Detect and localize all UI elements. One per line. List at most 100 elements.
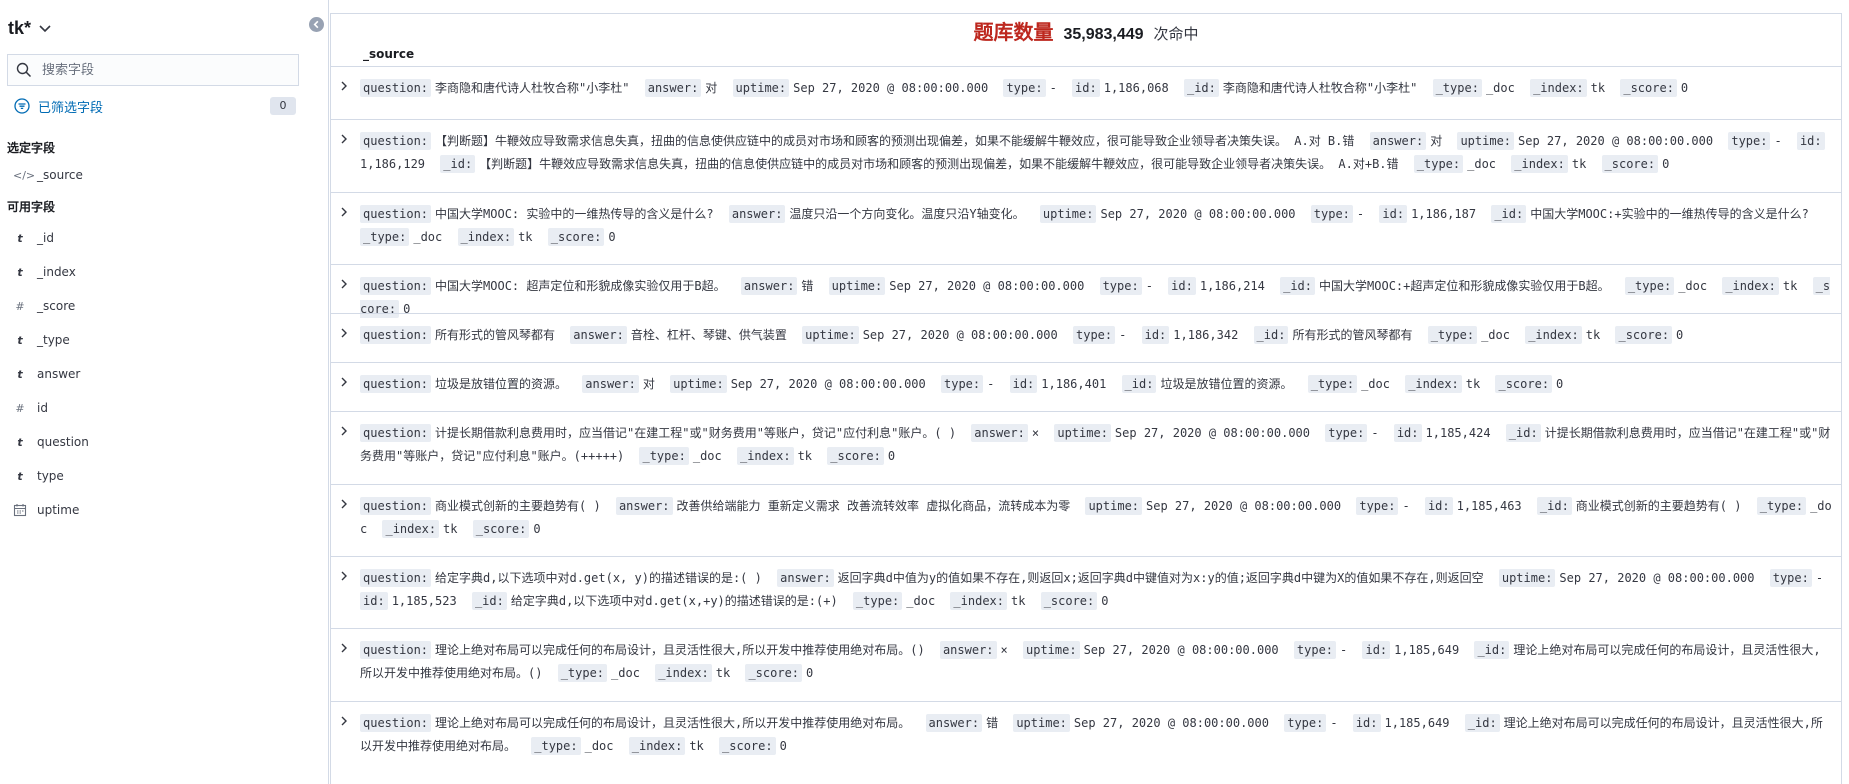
field-key: _id: [1474,641,1510,659]
expand-row-button[interactable] [336,325,352,341]
expand-row-button[interactable] [336,276,352,292]
field-value: 1,186,068 [1103,81,1169,95]
expand-row-button[interactable] [336,713,352,729]
expand-row-button[interactable] [336,423,352,439]
document-source: question: 计提长期借款利息费用时，应当借记"在建工程"或"财务费用"等账… [360,422,1832,468]
field-value: - [1356,207,1365,221]
field-key: type: [1293,641,1337,659]
table-row: question: 中国大学MOOC: 超声定位和形貌成像实验仅用于B超。 ans… [330,264,1842,318]
document-source: question: 垃圾是放错位置的资源。 answer: 对 uptime: Sep… [360,373,1832,396]
field-search-input[interactable] [40,61,284,79]
field-value: tk [1782,279,1798,293]
field-value: 错 [801,279,814,293]
field-key: _index: [1530,79,1587,97]
field-key: uptime: [732,79,790,97]
chevron-down-icon [39,25,51,33]
field-value: - [1371,426,1379,440]
field-value: Sep 27, 2020 @ 08:00:00.000 [1559,571,1755,585]
field-key: _score: [1620,79,1677,97]
chevron-right-icon [341,571,347,581]
field-item-score[interactable]: # _score [13,296,75,316]
collapse-sidebar-button[interactable] [309,17,324,32]
document-source: question: 理论上绝对布局可以完成任何的布局设计，且灵活性很大,所以开发中… [360,639,1832,685]
field-sidebar: tk* 已筛选字段 0 选定字段 </> _source 可用字段 t _id [0,0,329,784]
field-value: Sep 27, 2020 @ 08:00:00.000 [889,279,1085,293]
field-value: Sep 27, 2020 @ 08:00:00.000 [793,81,989,95]
string-type-icon: t [17,231,23,245]
field-key: _type: [1413,155,1464,173]
field-key: _id: [1253,326,1289,344]
field-key: question: [360,714,432,732]
field-item-uptime[interactable]: uptime [13,500,79,520]
field-key: _index: [628,737,686,755]
expand-row-button[interactable] [336,131,352,147]
chevron-right-icon [341,499,347,509]
field-value: 李商隐和唐代诗人杜牧合称"小李杜" [1222,81,1418,95]
field-key: uptime: [1498,569,1556,587]
filtered-fields-toggle[interactable]: 已筛选字段 0 [14,96,296,116]
field-key: question: [360,375,432,393]
field-value: 0 [1101,594,1109,608]
field-item-type[interactable]: t type [13,466,63,486]
field-key: question: [360,497,432,515]
field-key: answer: [777,569,834,587]
field-key: answer: [615,497,673,515]
field-value: 1,185,649 [1394,643,1460,657]
expand-row-button[interactable] [336,78,352,94]
field-key: uptime: [802,326,859,344]
field-key: question: [360,424,432,442]
field-key: _index: [457,228,515,246]
chevron-right-icon [341,279,347,289]
expand-row-button[interactable] [336,568,352,584]
field-name: _source [37,168,83,182]
field-item-type-underscore[interactable]: t _type [13,330,69,350]
field-item-id-number[interactable]: # id [13,398,48,418]
field-key: _index: [950,592,1007,610]
chevron-right-icon [341,377,347,387]
field-key: uptime: [828,277,886,295]
field-value: 错 [986,716,999,730]
chevron-right-icon [341,716,347,726]
index-pattern-selector[interactable]: tk* [8,16,53,40]
expand-row-button[interactable] [336,496,352,512]
field-key: _index: [1405,375,1462,393]
field-name: _index [37,265,76,279]
table-row: question: 给定字典d,以下选项中对d.get(x, y)的描述错误的是:… [330,556,1842,628]
field-key: _id: [1464,714,1500,732]
field-item-answer[interactable]: t answer [13,364,80,384]
field-item-question[interactable]: t question [13,432,88,452]
field-value: 中国大学MOOC:+超声定位和形貌成像实验仅用于B超。 [1319,279,1610,293]
expand-row-button[interactable] [336,204,352,220]
field-value: 所有形式的管风琴都有 [1292,328,1413,342]
field-item-source[interactable]: </> _source [13,165,83,185]
field-key: answer: [939,641,997,659]
field-value: 给定字典d,以下选项中对d.get(x,+y)的描述错误的是:(+) [510,594,838,608]
field-key: uptime: [670,375,727,393]
field-key: uptime: [1054,424,1111,442]
expand-row-button[interactable] [336,374,352,390]
field-value: Sep 27, 2020 @ 08:00:00.000 [730,377,926,391]
chevron-right-icon [341,328,347,338]
field-key: _type: [531,737,581,755]
field-value: tk [1011,594,1026,608]
expand-row-button[interactable] [336,640,352,656]
field-value: 计提长期借款利息费用时，应当借记"在建工程"或"财务费用"等账户，贷记"应付利息… [435,426,957,440]
field-value: 对 [642,377,655,391]
field-key: _type: [360,228,410,246]
field-key: answer: [740,277,798,295]
field-value: _doc [906,594,936,608]
field-key: uptime: [1013,714,1070,732]
chevron-right-icon [341,81,347,91]
field-value: 中国大学MOOC:+实验中的一维热传导的含义是什么? [1530,207,1809,221]
field-value: 垃圾是放错位置的资源。 [435,377,568,391]
field-key: id: [1424,497,1453,515]
field-key: _type: [1432,79,1482,97]
field-item-index[interactable]: t _index [13,262,76,282]
field-item-id[interactable]: t _id [13,228,54,248]
field-value: 理论上绝对布局可以完成任何的布局设计，且灵活性很大,所以开发中推荐使用绝对布局。 [435,716,911,730]
document-source: question: 李商隐和唐代诗人杜牧合称"小李杜" answer: 对 upti… [360,77,1832,100]
field-key: type: [1099,277,1142,295]
field-key: _score: [1495,375,1553,393]
field-key: id: [1362,641,1391,659]
field-value: 0 [533,522,541,536]
